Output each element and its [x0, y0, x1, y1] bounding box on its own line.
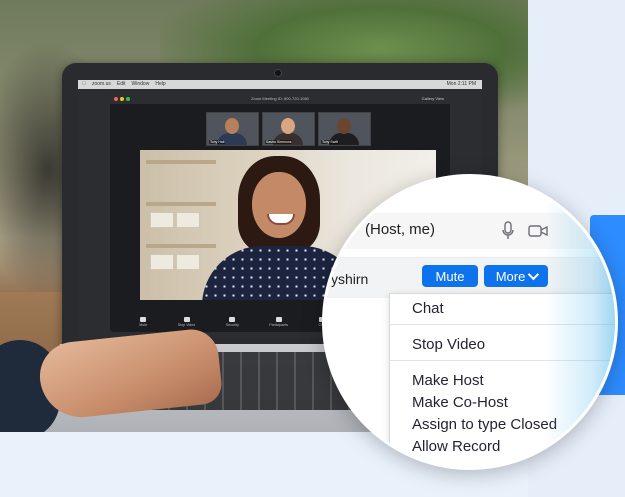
toolbar-label: Mute	[139, 323, 148, 327]
close-window-button[interactable]	[114, 97, 118, 101]
thumbnail-head	[225, 118, 239, 134]
thumbnail-name: Tony Swift	[321, 140, 339, 144]
menubar-item-app[interactable]: zoom.us	[92, 80, 111, 89]
participant-thumbnail[interactable]: Sasha Simmons	[262, 112, 315, 146]
host-label: (Host, me)	[365, 221, 436, 238]
menubar-clock: Mon 2:11 PM	[446, 81, 476, 87]
participant-thumbnail[interactable]: Tony Swift	[318, 112, 371, 146]
toolbar-label: Security	[225, 323, 239, 327]
traffic-lights	[114, 97, 130, 101]
thumbnail-name: Sasha Simmons	[265, 140, 293, 144]
toolbar-icon	[229, 317, 236, 322]
shelf-box	[150, 212, 174, 228]
apple-menu-icon[interactable]: 	[82, 80, 86, 89]
toolbar-item-stop-video[interactable]: Stop Video	[177, 317, 196, 327]
shelf-box	[150, 254, 174, 270]
menu-item-make-co-host[interactable]: Make Co-Host	[412, 394, 508, 411]
participant-thumbnail[interactable]: Tony Hall	[206, 112, 259, 146]
toolbar-item-participants[interactable]: Participants	[269, 317, 288, 327]
chevron-down-icon	[528, 268, 540, 281]
speaker-face	[252, 172, 306, 238]
thumbnail-head	[281, 118, 295, 134]
gallery-view-button[interactable]: Gallery View	[422, 94, 444, 104]
toolbar-item-security[interactable]: Security	[226, 317, 239, 327]
thumbnail-strip: Tony Hall Sasha Simmons Tony Swift	[206, 112, 371, 146]
webcam	[274, 69, 282, 77]
toolbar-label: Stop Video	[177, 323, 196, 327]
participants-magnifier: (Host, me) yshirn Mute More Chat Stop Vi…	[322, 174, 618, 470]
mute-participant-button[interactable]: Mute	[422, 265, 478, 287]
bookshelf	[146, 202, 216, 206]
menubar-item-window[interactable]: Window	[132, 80, 150, 89]
mac-menubar:  zoom.us Edit Window Help Mon 2:11 PM	[78, 80, 482, 89]
menu-item-allow-record[interactable]: Allow Record	[412, 438, 500, 455]
window-titlebar: Zoom Meeting ID: 800-720-1080 Gallery Vi…	[110, 94, 450, 104]
toolbar-item-mute[interactable]: Mute	[139, 317, 147, 327]
bookshelf	[146, 244, 216, 248]
menubar-item-edit[interactable]: Edit	[117, 80, 126, 89]
window-title: Zoom Meeting ID: 800-720-1080	[251, 96, 309, 101]
participant-name: yshirn	[331, 271, 369, 287]
microphone-icon[interactable]	[500, 221, 516, 241]
zoom-window-button[interactable]	[126, 97, 130, 101]
thumbnail-name: Tony Hall	[209, 140, 226, 144]
more-label: More	[495, 268, 526, 284]
blue-fade	[545, 177, 615, 467]
toolbar-icon	[183, 317, 190, 322]
menu-item-chat[interactable]: Chat	[412, 300, 444, 317]
toolbar-label: Participants	[269, 323, 289, 327]
thumbnail-head	[337, 118, 351, 134]
shelf-box	[176, 254, 200, 270]
bookshelf	[146, 160, 216, 164]
menu-item-stop-video[interactable]: Stop Video	[412, 336, 485, 353]
toolbar-icon	[275, 317, 282, 322]
toolbar-icon	[140, 317, 147, 322]
menu-item-make-host[interactable]: Make Host	[412, 372, 484, 389]
minimize-window-button[interactable]	[120, 97, 124, 101]
more-options-button[interactable]: More	[484, 265, 548, 287]
menubar-item-help[interactable]: Help	[155, 80, 165, 89]
menu-item-assign-closed-caption[interactable]: Assign to type Closed	[412, 416, 557, 433]
shelf-box	[176, 212, 200, 228]
